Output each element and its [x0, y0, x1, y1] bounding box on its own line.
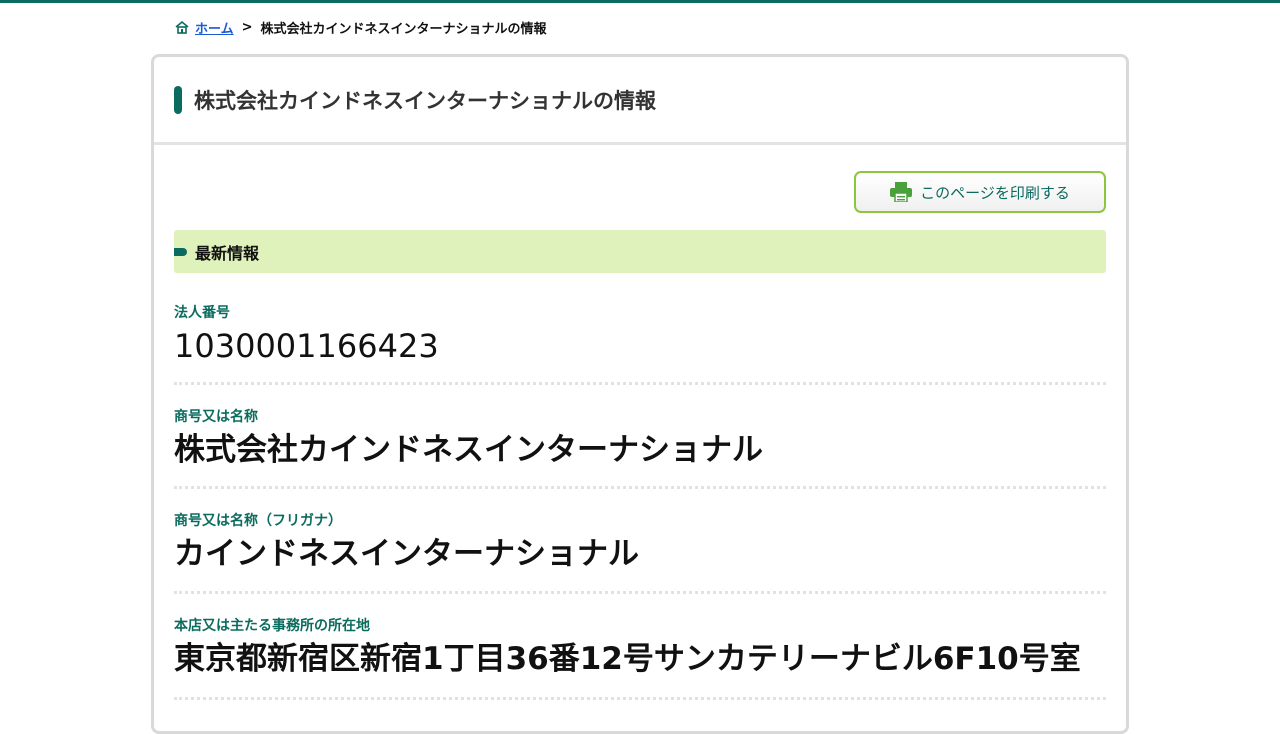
field-value: 東京都新宿区新宿1丁目36番12号サンカテリーナビル6F10号室 [174, 641, 1081, 677]
top-accent-bar [0, 0, 1280, 3]
field-trade-name: 商号又は名称 株式会社カインドネスインターナショナル [174, 406, 1106, 489]
field-label: 商号又は名称 [174, 409, 258, 425]
field-value: 株式会社カインドネスインターナショナル [174, 432, 763, 468]
home-icon [174, 19, 190, 35]
field-label: 法人番号 [174, 305, 230, 321]
printer-icon [890, 182, 913, 202]
field-label: 本店又は主たる事務所の所在地 [174, 618, 370, 634]
field-head-office-address: 本店又は主たる事務所の所在地 東京都新宿区新宿1丁目36番12号サンカテリーナビ… [174, 615, 1106, 700]
dotted-divider [174, 591, 1106, 594]
company-info-panel: 株式会社カインドネスインターナショナルの情報 このページを印刷する 最新情報 法… [151, 54, 1129, 734]
section-tag-marker [174, 247, 187, 256]
breadcrumb-separator: > [241, 19, 253, 35]
field-value: 1030001166423 [174, 327, 439, 365]
dotted-divider [174, 486, 1106, 489]
field-trade-name-kana: 商号又は名称（フリガナ） カインドネスインターナショナル [174, 510, 1106, 594]
dotted-divider [174, 382, 1106, 385]
field-label: 商号又は名称（フリガナ） [174, 513, 342, 529]
breadcrumb-home-link[interactable]: ホーム [195, 18, 234, 37]
print-page-button[interactable]: このページを印刷する [854, 171, 1106, 213]
field-value: カインドネスインターナショナル [174, 536, 639, 572]
page-title: 株式会社カインドネスインターナショナルの情報 [194, 88, 656, 113]
print-button-label: このページを印刷する [920, 183, 1070, 202]
breadcrumb-current: 株式会社カインドネスインターナショナルの情報 [260, 21, 547, 37]
title-accent-bar [174, 85, 182, 114]
section-title: 最新情報 [195, 243, 260, 263]
section-header-latest: 最新情報 [174, 230, 1106, 273]
breadcrumb: ホーム > 株式会社カインドネスインターナショナルの情報 [174, 17, 547, 37]
panel-header: 株式会社カインドネスインターナショナルの情報 [154, 57, 1126, 145]
field-corporate-number: 法人番号 1030001166423 [174, 302, 1106, 385]
